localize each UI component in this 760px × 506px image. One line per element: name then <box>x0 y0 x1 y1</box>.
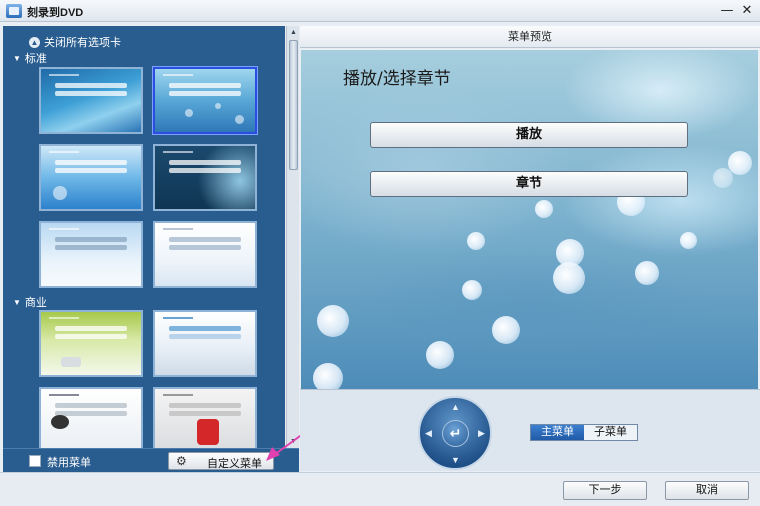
template-list-panel: ▲ 关闭所有选项卡 ▼ 标准 ▼ 商业 <box>3 26 285 448</box>
category-standard[interactable]: ▼ 标准 <box>13 50 47 66</box>
nav-down-icon[interactable]: ▼ <box>451 455 460 465</box>
template-thumbnail[interactable] <box>39 310 143 377</box>
tab-sub-menu[interactable]: 子菜单 <box>584 425 637 440</box>
menu-preview-header: 菜单预览 <box>300 26 760 48</box>
template-thumbnail[interactable] <box>153 221 257 288</box>
nav-up-icon[interactable]: ▲ <box>451 402 460 412</box>
close-all-label: 关闭所有选项卡 <box>44 37 121 49</box>
remote-nav-pad: ▲ ▼ ◀ ▶ ↵ <box>418 396 492 470</box>
category-label: 商业 <box>24 297 47 309</box>
template-thumbnail[interactable] <box>153 310 257 377</box>
preview-play-button[interactable]: 播放 <box>370 122 688 148</box>
collapse-icon: ▲ <box>29 36 40 48</box>
template-thumbnail[interactable] <box>39 221 143 288</box>
nav-right-icon[interactable]: ▶ <box>478 428 485 439</box>
menu-preview: 播放/选择章节 播放 章节 <box>301 50 758 389</box>
close-icon[interactable]: ✕ <box>739 3 755 19</box>
category-business[interactable]: ▼ 商业 <box>13 294 47 310</box>
template-thumbnail[interactable] <box>39 67 143 134</box>
next-button[interactable]: 下一步 <box>563 481 647 500</box>
expand-triangle-icon: ▼ <box>13 53 21 63</box>
dialog-footer: 下一步 取消 <box>0 472 760 506</box>
title-bar: 刻录到DVD — ✕ <box>0 0 760 22</box>
window-title: 刻录到DVD <box>27 7 84 19</box>
scrollbar-thumb[interactable] <box>289 40 298 170</box>
disable-menu-checkbox[interactable] <box>29 455 41 467</box>
cancel-button[interactable]: 取消 <box>665 481 749 500</box>
nav-left-icon[interactable]: ◀ <box>425 428 432 439</box>
custom-menu-label: 自定义菜单 <box>207 458 262 470</box>
template-list-scrollbar[interactable]: ▲ ▼ <box>286 26 299 448</box>
template-thumbnail[interactable] <box>153 144 257 211</box>
template-thumbnail[interactable] <box>39 144 143 211</box>
nav-enter-icon[interactable]: ↵ <box>442 420 469 447</box>
minimize-icon[interactable]: — <box>719 3 735 19</box>
gear-icon: ⚙ <box>176 454 187 468</box>
disable-menu-label: 禁用菜单 <box>47 457 91 469</box>
template-thumbnail-selected[interactable] <box>153 67 257 134</box>
preview-controls: ▲ ▼ ◀ ▶ ↵ 主菜单 子菜单 <box>300 389 760 471</box>
preview-menu-title: 播放/选择章节 <box>343 69 451 89</box>
template-thumbnail[interactable] <box>153 387 257 448</box>
preview-chapters-button[interactable]: 章节 <box>370 171 688 197</box>
close-all-tabs[interactable]: ▲ 关闭所有选项卡 <box>29 34 121 50</box>
expand-triangle-icon: ▼ <box>13 297 21 307</box>
scroll-up-icon[interactable]: ▲ <box>287 26 300 39</box>
template-thumbnail[interactable] <box>39 387 143 448</box>
custom-menu-button[interactable]: ⚙ 自定义菜单 <box>168 452 274 470</box>
app-dvd-icon <box>6 4 22 18</box>
category-label: 标准 <box>24 53 47 65</box>
tab-main-menu[interactable]: 主菜单 <box>531 425 584 440</box>
menu-tabs: 主菜单 子菜单 <box>530 424 638 441</box>
left-footer: 禁用菜单 ⚙ 自定义菜单 <box>3 448 299 472</box>
